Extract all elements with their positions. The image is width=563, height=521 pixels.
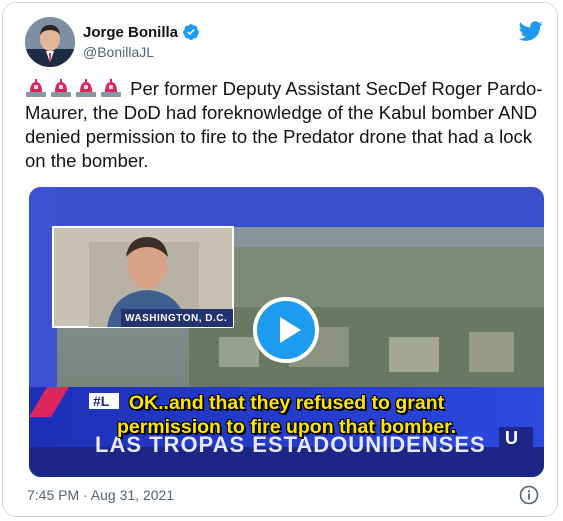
tweet-timestamp[interactable]: 7:45 PM · Aug 31, 2021: [27, 487, 174, 503]
video-caption-line-2: permission to fire upon that bomber.: [116, 416, 457, 438]
avatar[interactable]: [25, 17, 75, 67]
author-handle[interactable]: @BonillaJL: [83, 44, 154, 60]
verified-badge-icon: [183, 24, 199, 40]
police-car-light-icon: [25, 78, 50, 99]
video-location-label: WASHINGTON, D.C.: [125, 313, 228, 324]
video-player[interactable]: #L U WASHINGTON, D.C. LAS TROPAS ESTADOU…: [29, 187, 544, 477]
police-car-light-icon: [50, 78, 75, 99]
tweet-text: Per former Deputy Assistant SecDef Roger…: [25, 77, 545, 173]
info-icon[interactable]: [519, 485, 539, 505]
play-icon: [280, 317, 301, 343]
video-caption-line-1: OK..and that they refused to grant: [128, 392, 445, 414]
author-name-row[interactable]: Jorge Bonilla: [83, 23, 200, 41]
play-button[interactable]: [253, 297, 319, 363]
twitter-bird-icon[interactable]: [519, 19, 543, 43]
police-car-light-icon: [100, 78, 125, 99]
tweet-card: Jorge Bonilla @BonillaJL Per former Depu…: [2, 2, 558, 517]
police-car-light-icon: [75, 78, 100, 99]
author-display-name[interactable]: Jorge Bonilla: [83, 24, 178, 41]
